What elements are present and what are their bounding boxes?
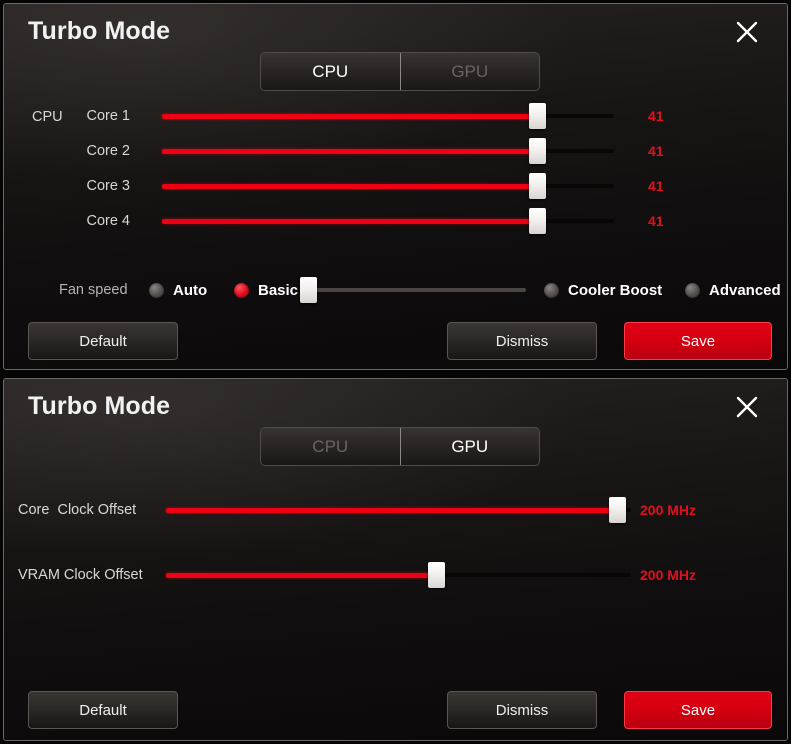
slider-fill <box>162 113 538 119</box>
slider-row-core-clock-offset: Core Clock Offset 200 MHz <box>18 497 778 523</box>
fan-speed-row: Fan speed Auto Basic Cooler Boost Advanc… <box>4 276 787 304</box>
slider-handle-fan-speed[interactable] <box>300 277 318 303</box>
slider-fill <box>162 148 538 154</box>
dismiss-button[interactable]: Dismiss <box>447 322 597 360</box>
slider-label-core-4: Core 4 <box>86 213 130 229</box>
slider-fill <box>166 572 436 578</box>
save-button[interactable]: Save <box>624 691 772 729</box>
slider-value-core-1: 41 <box>648 108 664 124</box>
close-icon[interactable] <box>729 14 765 50</box>
slider-track <box>304 288 526 292</box>
app-screen: Turbo Mode CPU GPU CPU Core 1 41 Core 2 … <box>0 0 791 744</box>
gpu-panel-body: Turbo Mode CPU GPU Core Clock Offset 200… <box>4 379 787 740</box>
page-title: Turbo Mode <box>28 392 171 420</box>
turbo-mode-gpu-panel: Turbo Mode CPU GPU Core Clock Offset 200… <box>3 378 788 741</box>
slider-core-2[interactable] <box>162 138 614 164</box>
radio-icon-advanced <box>685 282 700 298</box>
fan-option-label-auto: Auto <box>173 281 208 299</box>
slider-fan-speed[interactable] <box>300 277 526 303</box>
radio-icon-cooler-boost <box>544 282 559 298</box>
tab-gpu[interactable]: GPU <box>399 428 539 465</box>
slider-label-core-2: Core 2 <box>86 143 130 159</box>
fan-option-label-cooler-boost: Cooler Boost <box>568 281 663 299</box>
fan-option-auto[interactable]: Auto <box>149 282 207 299</box>
slider-fill <box>166 507 618 513</box>
default-button[interactable]: Default <box>28 691 178 729</box>
fan-speed-label: Fan speed <box>59 282 128 298</box>
slider-handle-core-1[interactable] <box>529 103 547 129</box>
save-button[interactable]: Save <box>624 322 772 360</box>
cpu-group-label: CPU <box>32 109 63 125</box>
slider-label-core-3: Core 3 <box>86 178 130 194</box>
fan-option-cooler-boost[interactable]: Cooler Boost <box>544 282 662 299</box>
slider-value-core-4: 41 <box>648 213 664 229</box>
slider-label-core-1: Core 1 <box>86 108 130 124</box>
slider-handle-core-4[interactable] <box>529 208 547 234</box>
slider-row-core-4: Core 4 41 <box>78 208 778 234</box>
slider-label-vram-clock-offset: VRAM Clock Offset <box>18 567 143 583</box>
fan-option-advanced[interactable]: Advanced <box>685 282 781 299</box>
slider-handle-core-3[interactable] <box>529 173 547 199</box>
slider-handle-core-clock-offset[interactable] <box>609 497 627 523</box>
cpu-gpu-tab-group: CPU GPU <box>260 427 540 466</box>
cpu-panel-body: Turbo Mode CPU GPU CPU Core 1 41 Core 2 … <box>4 4 787 369</box>
slider-row-core-2: Core 2 41 <box>78 138 778 164</box>
radio-icon-auto <box>149 282 164 298</box>
slider-value-core-3: 41 <box>648 178 664 194</box>
default-button[interactable]: Default <box>28 322 178 360</box>
fan-option-label-basic: Basic <box>258 281 299 299</box>
slider-core-1[interactable] <box>162 103 614 129</box>
slider-handle-core-2[interactable] <box>529 138 547 164</box>
dismiss-button[interactable]: Dismiss <box>447 691 597 729</box>
cpu-gpu-tab-group: CPU GPU <box>260 52 540 91</box>
fan-option-label-advanced: Advanced <box>709 281 781 299</box>
slider-fill <box>162 218 538 224</box>
slider-row-core-1: Core 1 41 <box>78 103 778 129</box>
turbo-mode-cpu-panel: Turbo Mode CPU GPU CPU Core 1 41 Core 2 … <box>3 3 788 370</box>
slider-row-core-3: Core 3 41 <box>78 173 778 199</box>
slider-fill <box>162 183 538 189</box>
slider-value-core-2: 41 <box>648 143 664 159</box>
tab-gpu[interactable]: GPU <box>399 53 539 90</box>
slider-core-3[interactable] <box>162 173 614 199</box>
slider-vram-clock-offset[interactable] <box>166 562 631 588</box>
slider-value-vram-clock-offset: 200 MHz <box>640 567 697 583</box>
tab-cpu[interactable]: CPU <box>261 53 400 90</box>
fan-option-basic[interactable]: Basic <box>234 282 298 299</box>
slider-core-4[interactable] <box>162 208 614 234</box>
close-icon[interactable] <box>729 389 765 425</box>
radio-icon-basic <box>234 282 249 298</box>
page-title: Turbo Mode <box>28 17 171 45</box>
slider-label-core-clock-offset: Core Clock Offset <box>18 502 137 518</box>
slider-value-core-clock-offset: 200 MHz <box>640 502 697 518</box>
slider-core-clock-offset[interactable] <box>166 497 631 523</box>
tab-cpu[interactable]: CPU <box>261 428 400 465</box>
slider-handle-vram-clock-offset[interactable] <box>427 562 445 588</box>
slider-row-vram-clock-offset: VRAM Clock Offset 200 MHz <box>18 562 778 588</box>
